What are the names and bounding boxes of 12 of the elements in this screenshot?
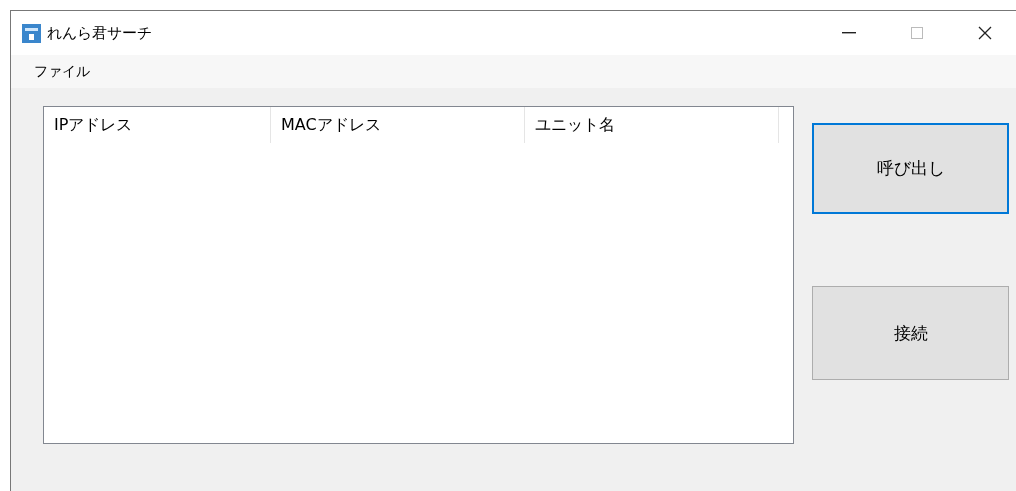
- action-button[interactable]: 呼び出し: [812, 123, 1009, 214]
- app-icon: [22, 23, 41, 43]
- close-icon: [978, 26, 992, 40]
- maximize-icon: [911, 27, 923, 39]
- column-header[interactable]: IPアドレス: [44, 107, 271, 143]
- device-list[interactable]: IPアドレス MACアドレス ユニット名: [43, 106, 794, 444]
- window-title: れんら君サーチ: [47, 23, 153, 43]
- column-header[interactable]: ユニット名: [525, 107, 779, 143]
- action-button[interactable]: 接続: [812, 286, 1009, 380]
- minimize-icon: [842, 32, 856, 34]
- menu-item[interactable]: ファイル: [24, 60, 100, 83]
- column-header[interactable]: MACアドレス: [271, 107, 525, 143]
